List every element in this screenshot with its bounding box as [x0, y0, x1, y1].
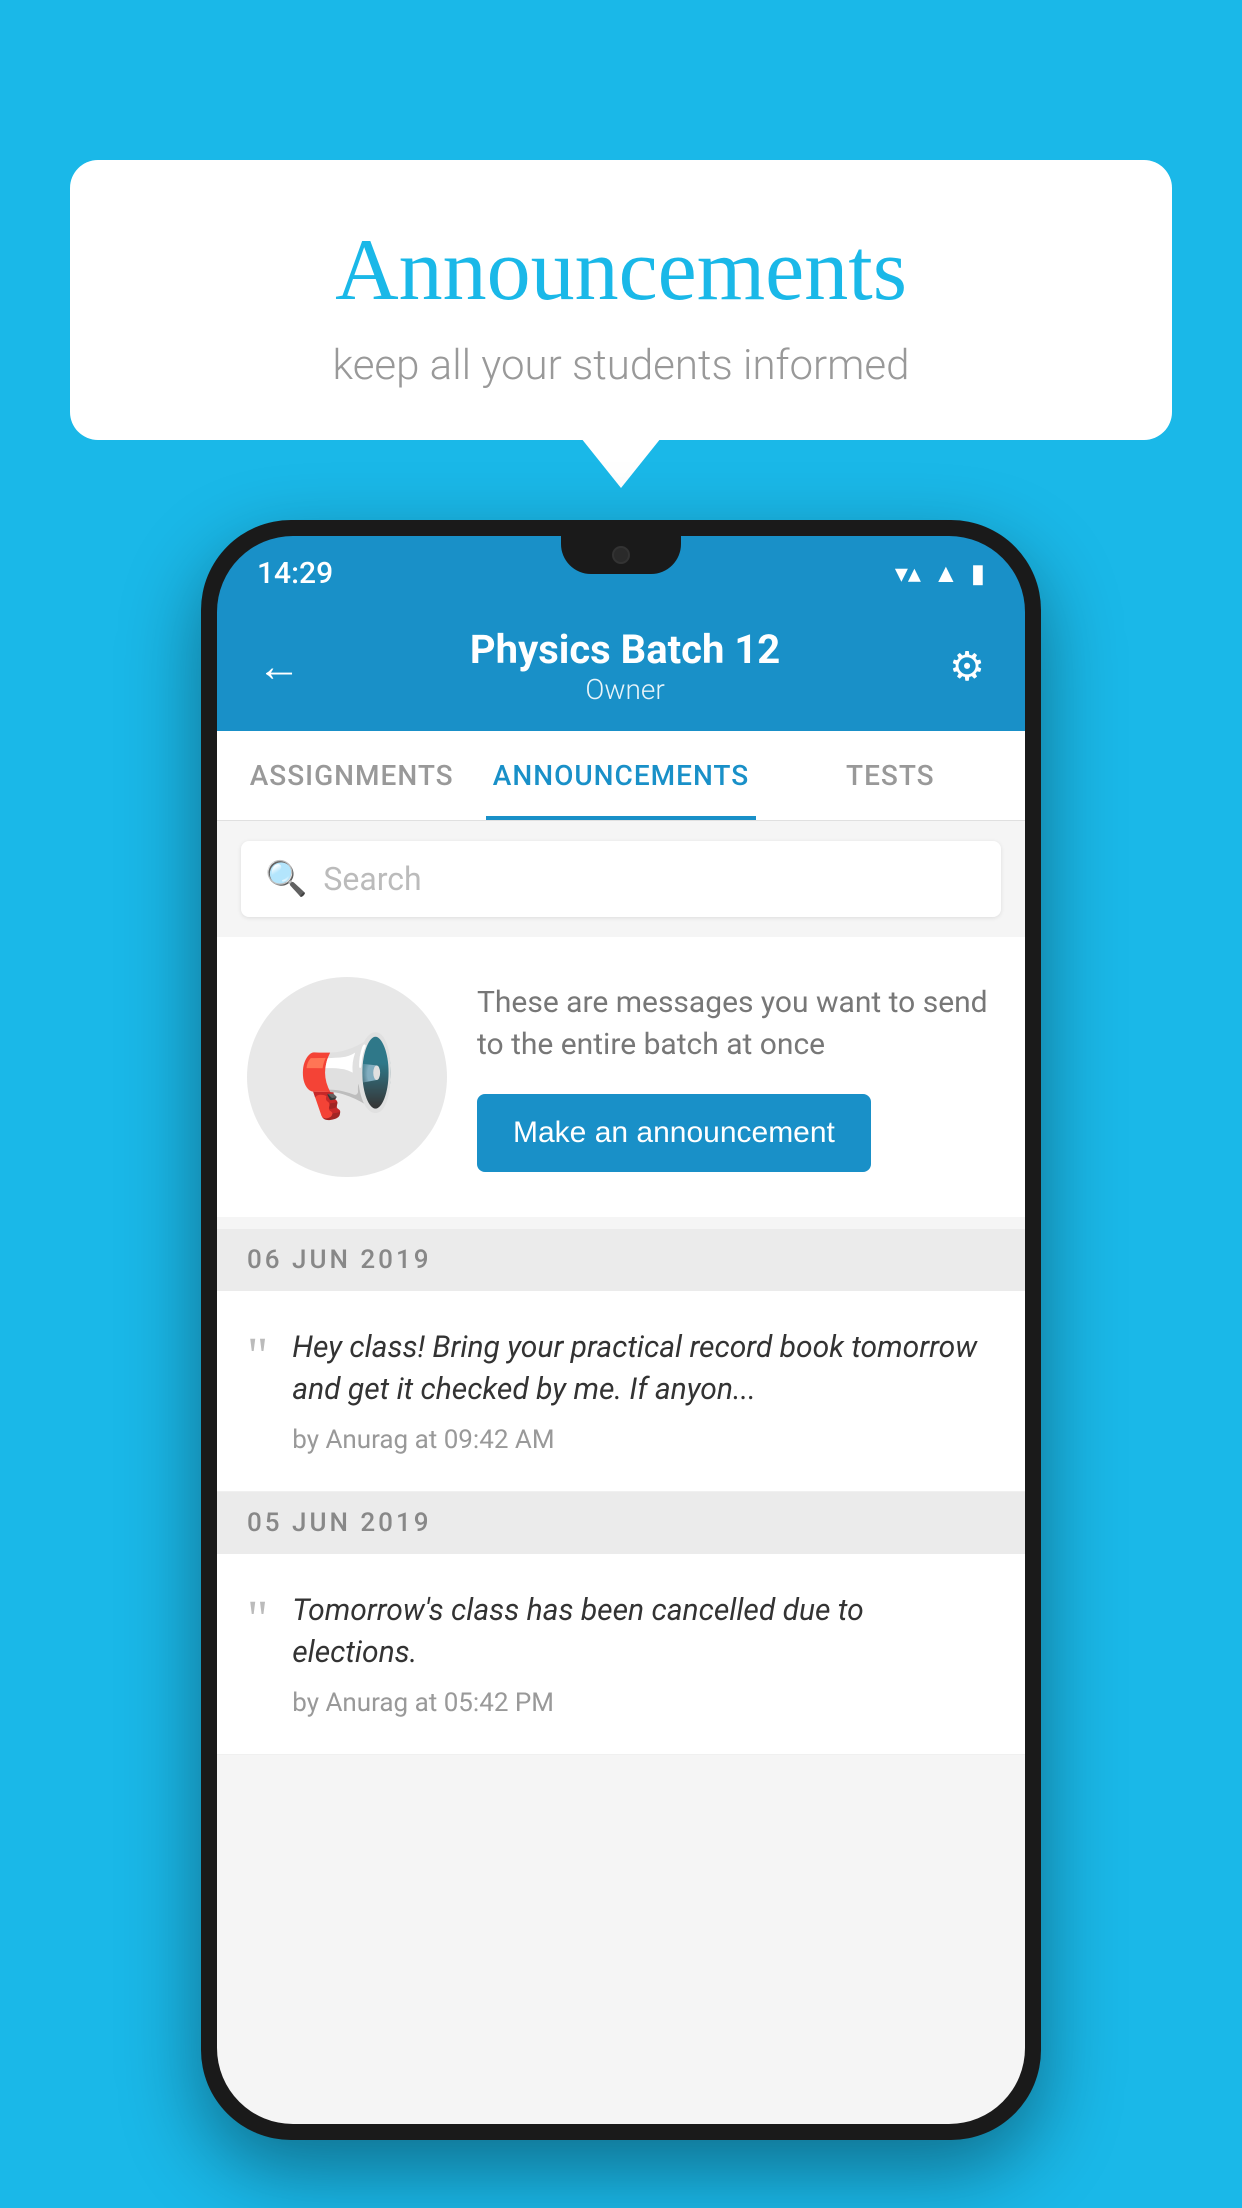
- announcement-text-2: Tomorrow's class has been cancelled due …: [292, 1590, 995, 1674]
- date-divider-june5: 05 JUN 2019: [217, 1492, 1025, 1554]
- signal-icon: ▲: [933, 558, 959, 589]
- content-area: 🔍 Search 📢 These are messages you want t…: [217, 821, 1025, 2124]
- search-bar[interactable]: 🔍 Search: [241, 841, 1001, 917]
- bubble-title: Announcements: [120, 220, 1122, 321]
- settings-button[interactable]: ⚙: [949, 643, 985, 690]
- search-icon: 🔍: [265, 859, 307, 899]
- tab-announcements[interactable]: ANNOUNCEMENTS: [486, 731, 755, 820]
- phone-notch: [561, 536, 681, 574]
- batch-role: Owner: [301, 673, 949, 706]
- speech-bubble: Announcements keep all your students inf…: [70, 160, 1172, 440]
- promo-card: 📢 These are messages you want to send to…: [217, 937, 1025, 1217]
- megaphone-icon: 📢: [297, 1030, 397, 1124]
- announcement-item-2[interactable]: " Tomorrow's class has been cancelled du…: [217, 1554, 1025, 1755]
- phone-frame: 14:29 ▾▴ ▲ ▮ ← Physics Batch 12 Owner ⚙ …: [201, 520, 1041, 2140]
- date-divider-june6: 06 JUN 2019: [217, 1229, 1025, 1291]
- announcement-meta: by Anurag at 09:42 AM: [292, 1425, 995, 1455]
- announcement-item[interactable]: " Hey class! Bring your practical record…: [217, 1291, 1025, 1492]
- battery-icon: ▮: [971, 559, 985, 589]
- back-button[interactable]: ←: [257, 640, 301, 692]
- bubble-subtitle: keep all your students informed: [120, 341, 1122, 390]
- announcement-content-2: Tomorrow's class has been cancelled due …: [292, 1590, 995, 1718]
- wifi-icon: ▾▴: [895, 559, 921, 589]
- header-title-block: Physics Batch 12 Owner: [301, 626, 949, 706]
- status-icons: ▾▴ ▲ ▮: [895, 558, 985, 589]
- tab-bar: ASSIGNMENTS ANNOUNCEMENTS TESTS: [217, 731, 1025, 821]
- quote-icon-2: ": [247, 1594, 268, 1646]
- announcement-meta-2: by Anurag at 05:42 PM: [292, 1688, 995, 1718]
- app-header: ← Physics Batch 12 Owner ⚙: [217, 601, 1025, 731]
- promo-content: These are messages you want to send to t…: [477, 982, 995, 1172]
- announcement-content: Hey class! Bring your practical record b…: [292, 1327, 995, 1455]
- quote-icon: ": [247, 1331, 268, 1383]
- tab-assignments[interactable]: ASSIGNMENTS: [217, 731, 486, 820]
- announcement-text: Hey class! Bring your practical record b…: [292, 1327, 995, 1411]
- make-announcement-button[interactable]: Make an announcement: [477, 1094, 871, 1172]
- megaphone-circle: 📢: [247, 977, 447, 1177]
- status-time: 14:29: [257, 556, 333, 591]
- batch-title: Physics Batch 12: [301, 626, 949, 673]
- front-camera: [612, 546, 630, 564]
- phone-screen: 14:29 ▾▴ ▲ ▮ ← Physics Batch 12 Owner ⚙ …: [217, 536, 1025, 2124]
- speech-bubble-section: Announcements keep all your students inf…: [70, 160, 1172, 440]
- tab-tests[interactable]: TESTS: [756, 731, 1025, 820]
- promo-description: These are messages you want to send to t…: [477, 982, 995, 1066]
- search-placeholder: Search: [323, 860, 421, 898]
